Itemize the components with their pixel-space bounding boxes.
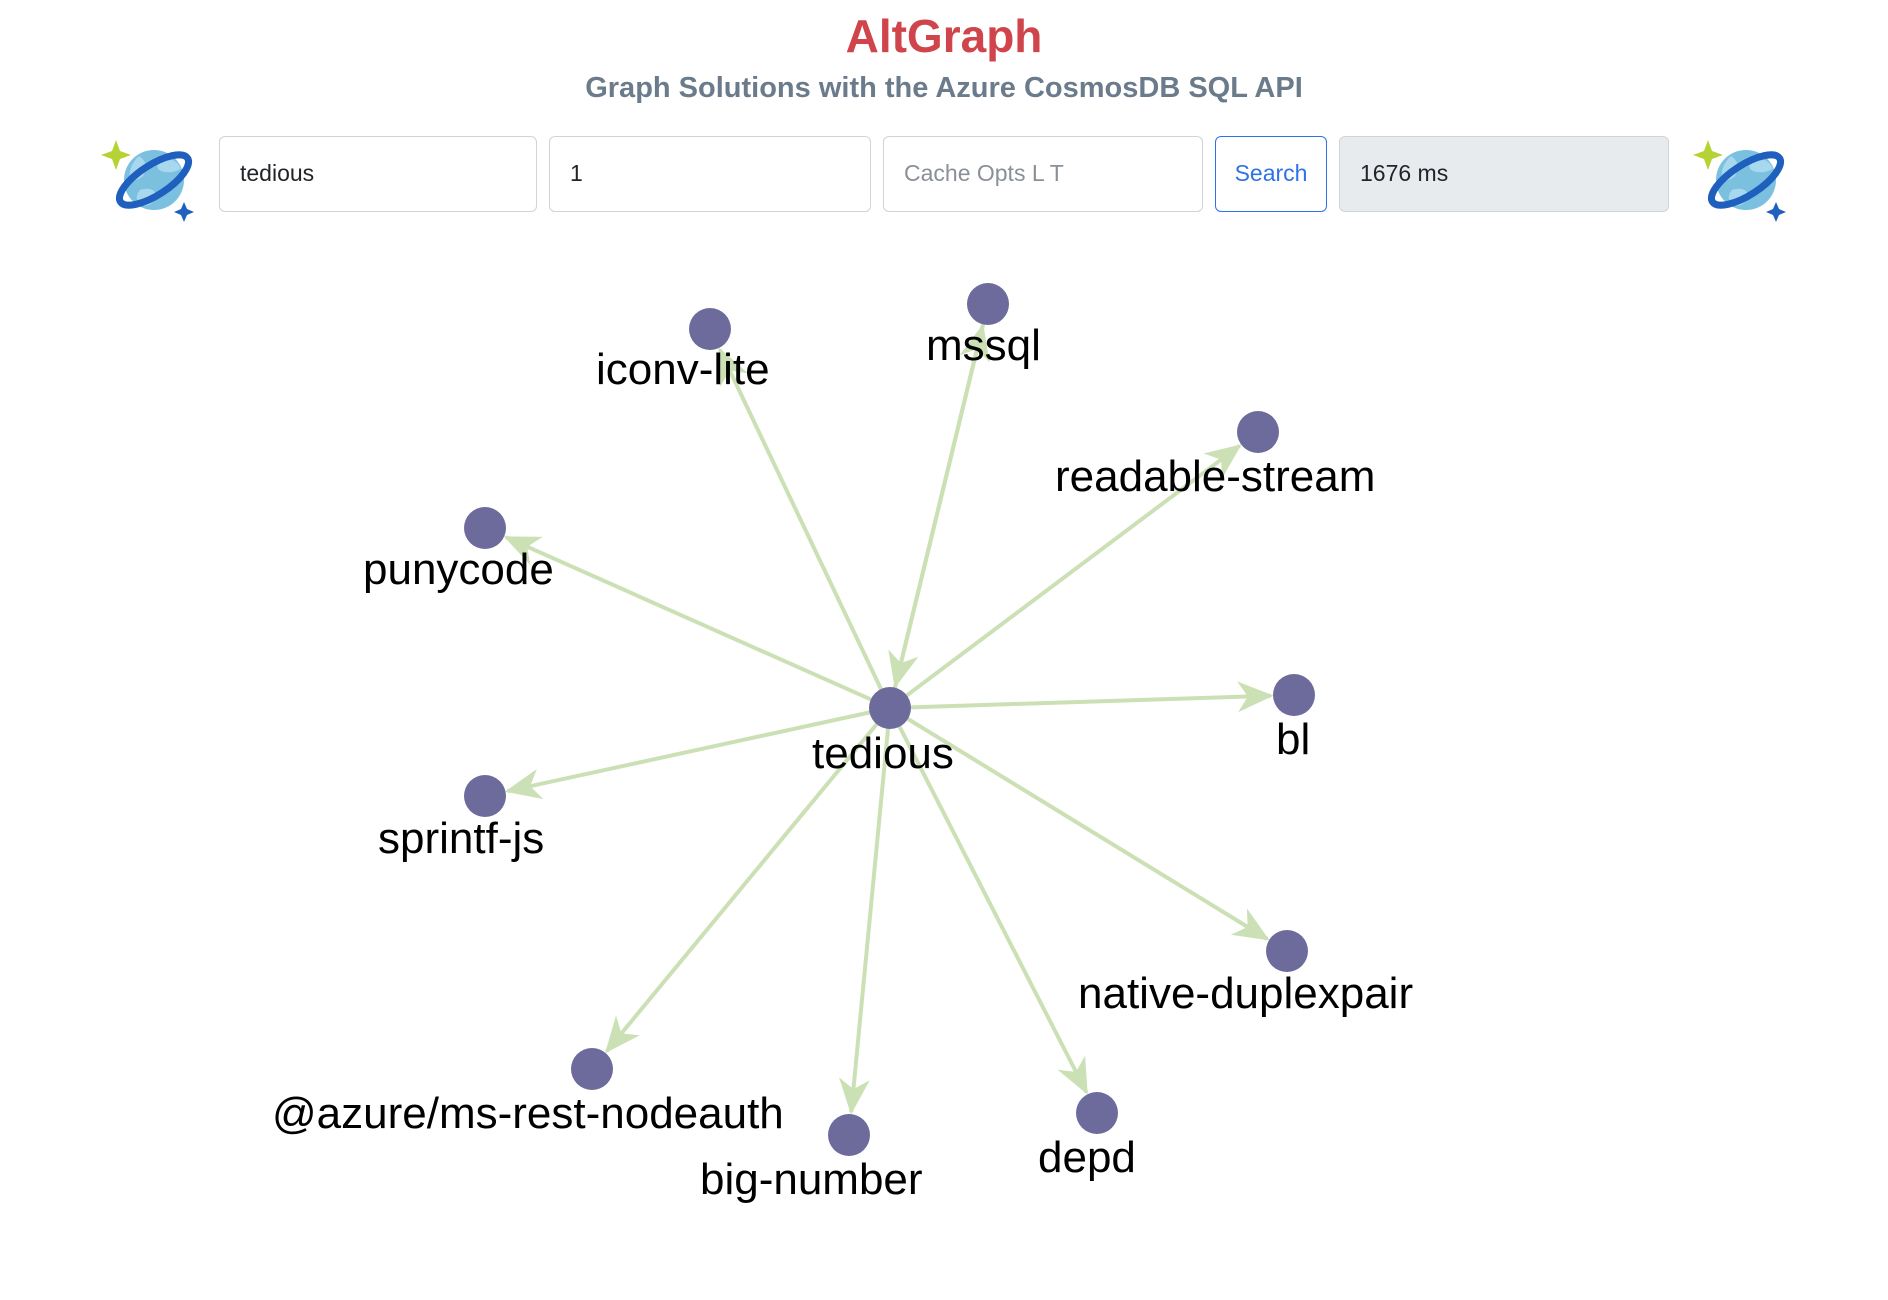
graph-node-label: readable-stream (1055, 452, 1376, 501)
graph-edge (906, 681, 1274, 713)
cache-options-input[interactable] (883, 135, 1203, 212)
graph-node-label: @azure/ms-rest-nodeauth (272, 1089, 784, 1138)
search-button[interactable]: Search (1215, 135, 1327, 212)
graph-edge (888, 320, 986, 689)
query-timing-display: 1676 ms (1339, 135, 1669, 212)
graph-node-label: depd (1038, 1133, 1136, 1182)
graph-node[interactable] (1273, 674, 1315, 716)
graph-edge (903, 715, 1270, 941)
search-toolbar: Search 1676 ms (0, 124, 1888, 224)
graph-node[interactable] (1266, 930, 1308, 972)
graph-node[interactable] (828, 1114, 870, 1156)
graph-node-label: punycode (363, 545, 554, 594)
graph-node-label: big-number (700, 1155, 923, 1204)
depth-input[interactable] (549, 135, 871, 212)
package-search-input[interactable] (219, 135, 537, 212)
azure-cosmosdb-logo-right (1681, 124, 1799, 224)
graph-node[interactable] (464, 775, 506, 817)
cosmosdb-icon (101, 139, 194, 222)
graph-edge (895, 722, 1089, 1095)
graph-node[interactable] (689, 308, 731, 350)
page-title: AltGraph (845, 10, 1043, 62)
graph-node[interactable] (571, 1048, 613, 1090)
graph-node[interactable] (1076, 1092, 1118, 1134)
graph-node-label: bl (1276, 715, 1311, 764)
graph-node-label: tedious (812, 729, 954, 778)
graph-node-label: sprintf-js (378, 814, 545, 863)
graph-node-label: native-duplexpair (1078, 969, 1414, 1018)
graph-node[interactable] (1237, 411, 1279, 453)
cosmosdb-icon (1693, 139, 1786, 222)
graph-node[interactable] (464, 507, 506, 549)
graph-node[interactable] (869, 687, 911, 729)
page-subtitle: Graph Solutions with the Azure CosmosDB … (585, 71, 1303, 104)
graph-edge (839, 724, 891, 1115)
graph-node[interactable] (967, 283, 1009, 325)
graph-node-label: iconv-lite (596, 345, 770, 394)
dependency-graph-canvas[interactable]: tedious iconv-lite mssql readable-stream pun… (0, 240, 1888, 1300)
azure-cosmosdb-logo-left (89, 124, 207, 224)
graph-node-label: mssql (926, 321, 1041, 370)
